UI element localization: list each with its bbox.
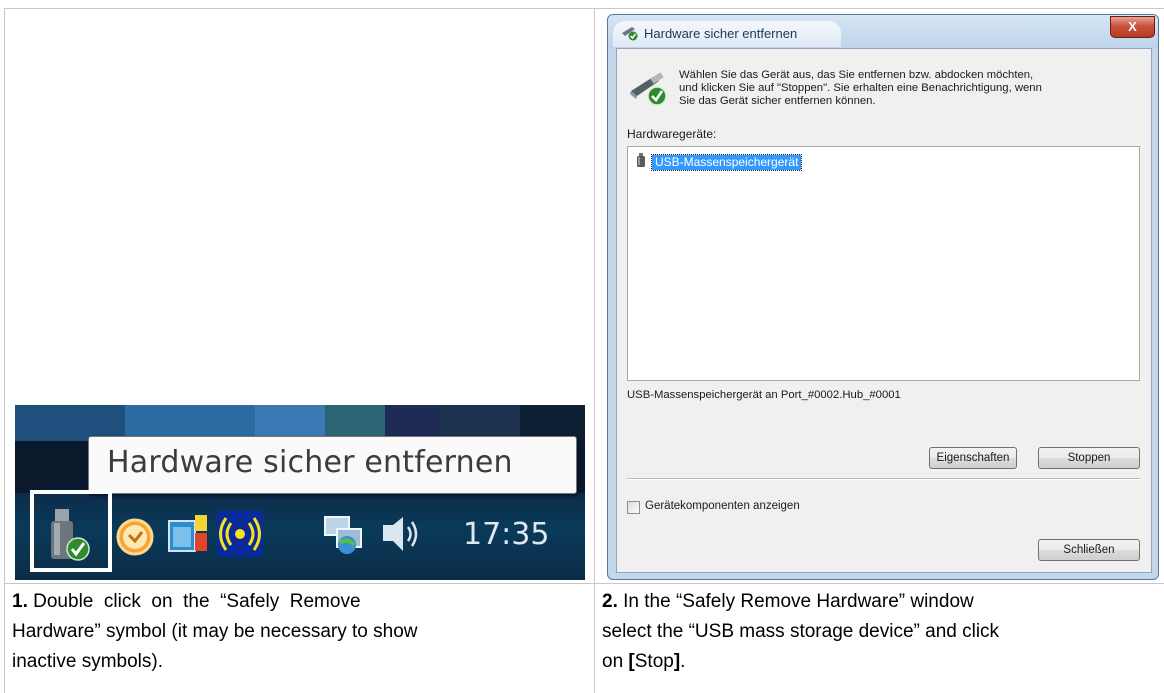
caption-2-text-3-pre: on [602,651,629,672]
device-location-info: USB-Massenspeichergerät an Port_#0002.Hu… [627,389,901,401]
caption-1-line-2: Hardware” symbol (it may be necessary to… [12,621,418,642]
usb-device-icon [636,153,646,172]
table-border-top [4,8,1164,9]
close-button[interactable]: Schließen [1038,539,1140,561]
close-window-button[interactable]: X [1110,16,1155,38]
caption-1-line-1: 1. Double click on the “Safely Remove [12,587,587,617]
caption-step-1: 1. Double click on the “Safely Remove Ha… [12,587,587,677]
tooltip-text: Hardware sicher entfernen [107,445,513,480]
caption-2-line-2: select the “USB mass storage device” and… [602,621,1000,642]
caption-step-2: 2. In the “Safely Remove Hardware” windo… [602,587,1164,677]
devices-label: Hardwaregeräte: [627,127,717,141]
caption-2-stop-word: Stop [634,651,674,672]
step-number-2: 2. [602,591,618,612]
windows-sidebar-icon[interactable] [165,511,211,562]
taskbar-clock[interactable]: 17:35 [463,517,549,552]
step-number-1: 1. [12,591,28,612]
volume-icon[interactable] [377,513,421,560]
intro-line-1: Wählen Sie das Gerät aus, das Sie entfer… [679,69,1034,81]
highlight-frame [30,490,112,572]
table-border-center [594,8,595,693]
network-icon[interactable] [323,513,369,562]
device-item-label: USB-Massenspeichergerät [650,154,803,171]
intro-text: Wählen Sie das Gerät aus, das Sie entfer… [679,69,1144,108]
table-border-middle [4,583,1164,584]
tooltip: Hardware sicher entfernen [88,436,577,494]
caption-2-line-3: on [Stop]. [602,647,1164,677]
caption-1-text-1: Double click on the “Safely Remove [33,591,361,612]
device-list-item[interactable]: USB-Massenspeichergerät [636,153,803,172]
properties-button[interactable]: Eigenschaften [929,447,1017,469]
separator [627,478,1140,480]
dialog-body: Wählen Sie das Gerät aus, das Sie entfer… [616,48,1152,573]
caption-2-text-3-post: . [680,651,686,672]
device-list[interactable]: USB-Massenspeichergerät [627,146,1140,381]
caption-2-line-1: 2. In the “Safely Remove Hardware” windo… [602,587,1164,617]
dialog-title: Hardware sicher entfernen [644,26,798,41]
show-components-label[interactable]: Gerätekomponenten anzeigen [645,500,800,512]
table-border-left [4,8,5,693]
intro-line-2: und klicken Sie auf "Stoppen". Sie erhal… [679,82,1042,94]
safely-remove-title-icon [620,25,640,46]
safely-remove-dialog: Hardware sicher entfernen X Wählen Sie d… [607,14,1159,580]
caption-2-text-1: In the “Safely Remove Hardware” window [623,591,974,612]
clock-app-icon[interactable] [115,517,155,562]
safely-remove-hardware-icon-large [627,69,671,114]
show-components-checkbox[interactable] [627,501,640,514]
intro-line-3: Sie das Gerät sicher entfernen können. [679,95,876,107]
stop-button[interactable]: Stoppen [1038,447,1140,469]
caption-1-line-3: inactive symbols). [12,651,163,672]
wireless-icon[interactable] [217,511,263,562]
